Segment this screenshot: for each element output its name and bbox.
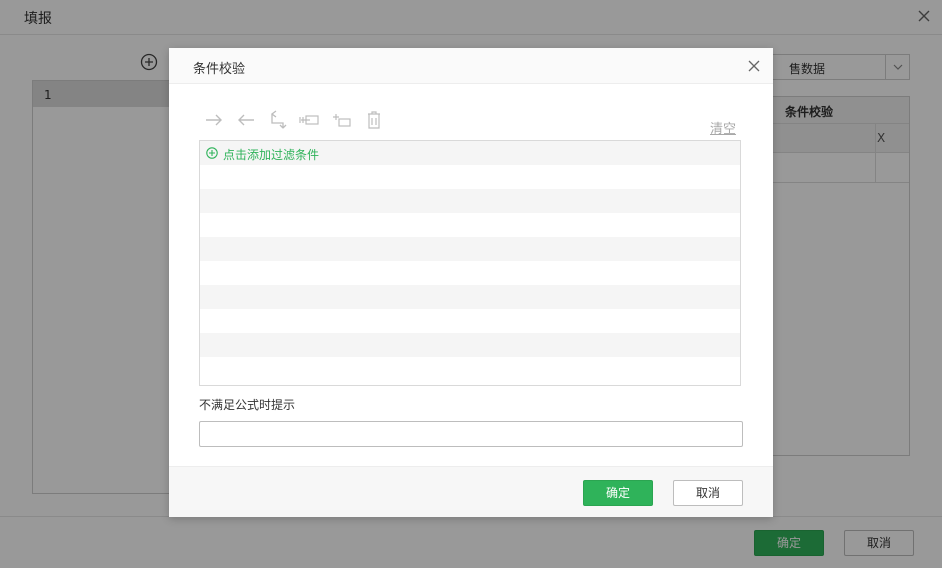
condition-check-dialog: 条件校验 清空 点击添加过滤条件 不满足公式时提示 确定 取消: [169, 48, 773, 517]
add-condition-icon[interactable]: [331, 110, 353, 130]
list-item: [200, 189, 740, 213]
clear-link[interactable]: 清空: [710, 118, 736, 137]
list-item: [200, 357, 740, 381]
prompt-label: 不满足公式时提示: [199, 398, 296, 412]
list-item: [200, 237, 740, 261]
return-icon[interactable]: [267, 110, 289, 130]
dialog-title: 条件校验: [193, 62, 246, 77]
trash-icon[interactable]: [363, 110, 385, 130]
list-item: [200, 309, 740, 333]
list-item: [200, 261, 740, 285]
close-icon[interactable]: [747, 59, 761, 73]
list-item: [200, 333, 740, 357]
arrow-left-icon[interactable]: [235, 110, 257, 130]
dialog-confirm-button[interactable]: 确定: [583, 480, 653, 506]
prompt-input[interactable]: [199, 421, 743, 447]
add-condition-label: 点击添加过滤条件: [223, 148, 320, 162]
arrow-right-icon[interactable]: [203, 110, 225, 130]
condition-list: 点击添加过滤条件: [199, 140, 741, 386]
dialog-cancel-button[interactable]: 取消: [673, 480, 743, 506]
add-circle-icon: [206, 147, 218, 159]
dialog-header: 条件校验: [169, 48, 773, 84]
list-item: 点击添加过滤条件: [200, 141, 740, 165]
insert-condition-icon[interactable]: [299, 110, 321, 130]
list-item: [200, 285, 740, 309]
list-item: [200, 213, 740, 237]
dialog-footer: 确定 取消: [169, 466, 773, 517]
list-item: [200, 165, 740, 189]
